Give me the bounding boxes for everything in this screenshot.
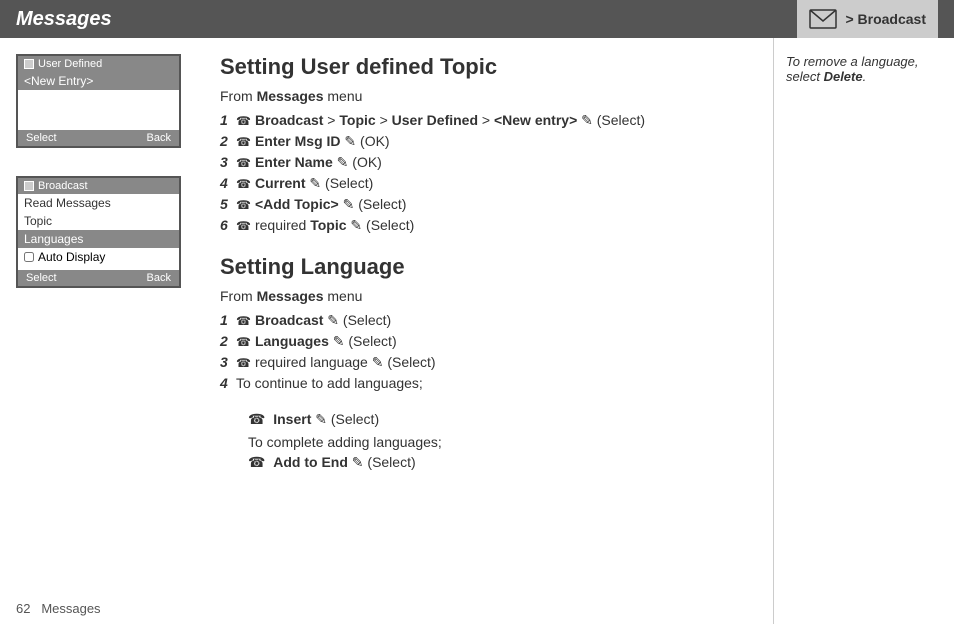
step1-2: 2 ☎ Enter Msg ID ✎ (OK) — [220, 133, 753, 150]
insert-icon: ☎ — [248, 411, 265, 427]
mockup2-back[interactable]: Back — [147, 272, 171, 284]
side-note-end: . — [863, 69, 867, 84]
step2-1: 1 ☎ Broadcast ✎ (Select) — [220, 312, 753, 329]
mockup2-item4: Auto Display — [18, 248, 179, 266]
page-number: 62 — [16, 601, 30, 616]
step1-5: 5 ☎ <Add Topic> ✎ (Select) — [220, 196, 753, 213]
mockup1-select[interactable]: Select — [26, 132, 57, 144]
from-text: From — [220, 88, 257, 104]
content-area: Setting User defined Topic From Messages… — [200, 38, 774, 624]
mockup1-titlebar: User Defined — [18, 56, 179, 72]
step1-4-icon: ☎ — [236, 177, 251, 191]
side-note-bold: Delete — [824, 69, 863, 84]
section2-from-bold: Messages — [257, 288, 324, 304]
step2-2-icon: ☎ — [236, 335, 251, 349]
breadcrumb-text: > Broadcast — [845, 11, 926, 27]
step1-3: 3 ☎ Enter Name ✎ (OK) — [220, 154, 753, 171]
side-note-text: To remove a language, select Delete. — [786, 54, 942, 84]
mockup2-select[interactable]: Select — [26, 272, 57, 284]
step2-3: 3 ☎ required language ✎ (Select) — [220, 354, 753, 371]
step2-2: 2 ☎ Languages ✎ (Select) — [220, 333, 753, 350]
sidebar: User Defined <New Entry> Select Back Bro… — [0, 38, 200, 624]
mockup2-icon — [24, 181, 34, 191]
mockup1-back[interactable]: Back — [147, 132, 171, 144]
section2-title: Setting Language — [220, 254, 753, 280]
page-footer: 62 Messages — [0, 593, 117, 624]
section2-steps: 1 ☎ Broadcast ✎ (Select) 2 ☎ Languages ✎… — [220, 312, 753, 391]
mockup2-item1: Read Messages — [18, 194, 179, 212]
page-title: Messages — [16, 8, 112, 31]
phone-mockup-1: User Defined <New Entry> Select Back — [16, 54, 181, 148]
mockup1-bottombar: Select Back — [18, 130, 179, 146]
phone-mockup-2: Broadcast Read Messages Topic Languages … — [16, 176, 181, 288]
add-to-end-line: ☎ Add to End ✎ (Select) — [248, 454, 753, 471]
add-to-end-icon: ☎ — [248, 454, 265, 470]
complete-line: To complete adding languages; — [248, 434, 753, 450]
step1-6: 6 ☎ required Topic ✎ (Select) — [220, 217, 753, 234]
step1-2-icon: ☎ — [236, 135, 251, 149]
step1-4: 4 ☎ Current ✎ (Select) — [220, 175, 753, 192]
main-layout: User Defined <New Entry> Select Back Bro… — [0, 38, 954, 624]
mockup2-titlebar: Broadcast — [18, 178, 179, 194]
section2-from: From Messages menu — [220, 288, 753, 304]
breadcrumb-area: > Broadcast — [797, 0, 938, 38]
step2-1-icon: ☎ — [236, 314, 251, 328]
step1-6-icon: ☎ — [236, 219, 251, 233]
insert-line: ☎ Insert ✎ (Select) — [248, 411, 753, 428]
mail-icon — [809, 9, 837, 29]
mockup1-title: User Defined — [38, 58, 102, 70]
section2-from-text: From — [220, 288, 257, 304]
mockup1-item1: <New Entry> — [18, 72, 179, 90]
mockup2-title: Broadcast — [38, 180, 88, 192]
step2-4: 4 To continue to add languages; — [220, 375, 753, 391]
mockup1-icon — [24, 59, 34, 69]
step1-3-icon: ☎ — [236, 156, 251, 170]
page-header: Messages > Broadcast — [0, 0, 954, 38]
section2-from-rest: menu — [324, 288, 363, 304]
section-setting-language: Setting Language From Messages menu 1 ☎ … — [220, 254, 753, 471]
side-note-area: To remove a language, select Delete. — [774, 38, 954, 624]
section1-steps: 1 ☎ Broadcast > Topic > User Defined > <… — [220, 112, 753, 234]
section1-from: From Messages menu — [220, 88, 753, 104]
mockup2-item3: Languages — [18, 230, 179, 248]
mockup2-checkbox[interactable] — [24, 252, 34, 262]
step1-1: 1 ☎ Broadcast > Topic > User Defined > <… — [220, 112, 753, 129]
mockup2-item2: Topic — [18, 212, 179, 230]
footer-label: Messages — [41, 601, 100, 616]
step1-5-icon: ☎ — [236, 198, 251, 212]
mockup2-bottombar: Select Back — [18, 270, 179, 286]
section1-title: Setting User defined Topic — [220, 54, 753, 80]
step1-1-icon: ☎ — [236, 114, 251, 128]
section-user-defined-topic: Setting User defined Topic From Messages… — [220, 54, 753, 234]
step2-3-icon: ☎ — [236, 356, 251, 370]
from-bold: Messages — [257, 88, 324, 104]
from-rest: menu — [324, 88, 363, 104]
